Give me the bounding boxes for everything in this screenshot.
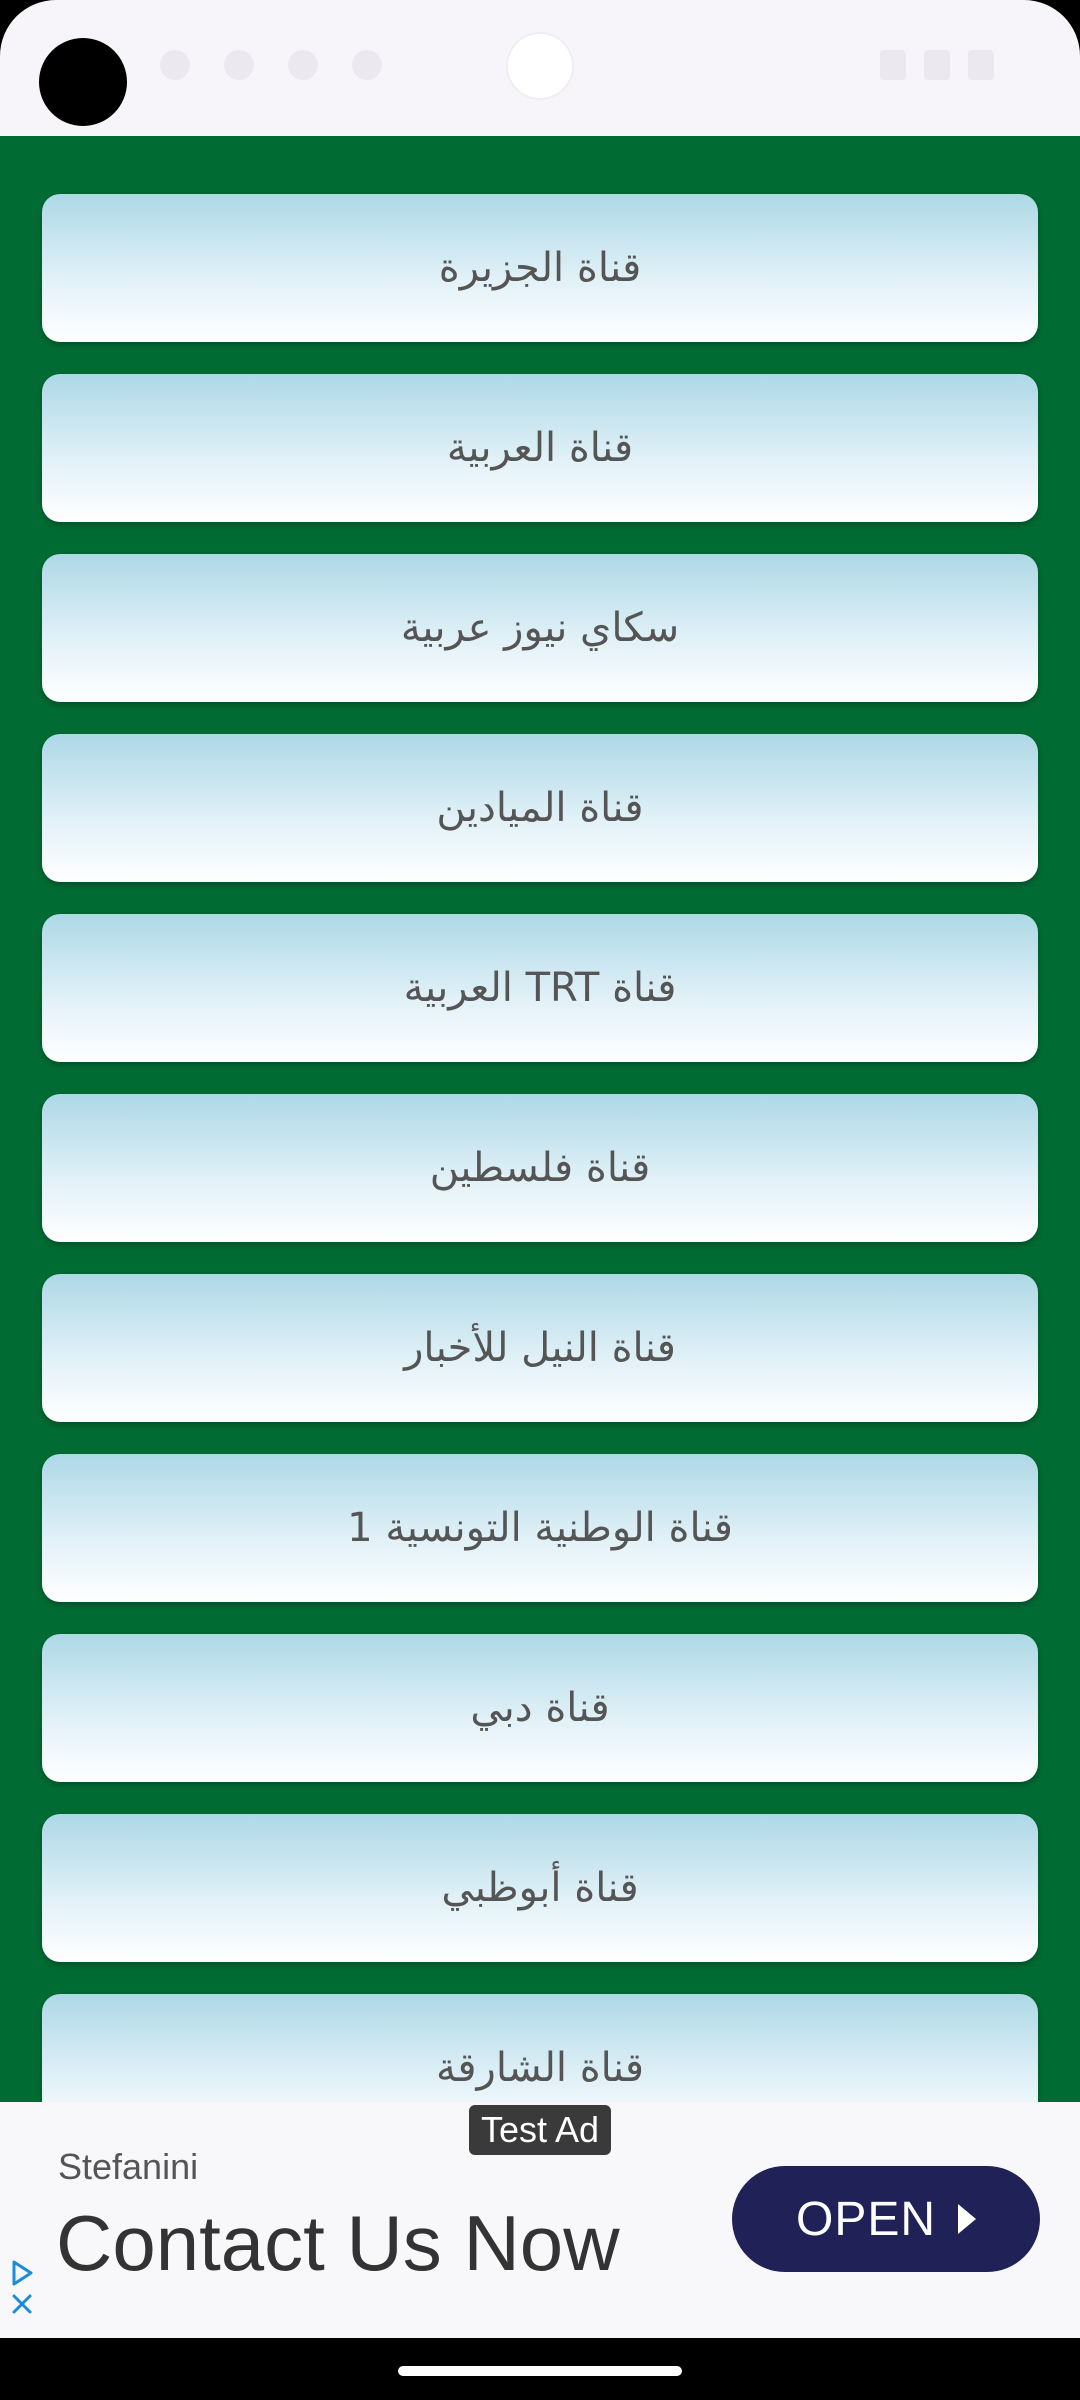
channel-button-dubai[interactable]: قناة دبي xyxy=(42,1634,1038,1782)
channel-button-abudhabi[interactable]: قناة أبوظبي xyxy=(42,1814,1038,1962)
channel-label: قناة الشارقة xyxy=(435,2045,645,2091)
channel-button-trt-arabic[interactable]: قناة TRT العربية xyxy=(42,914,1038,1062)
notification-icon xyxy=(352,50,382,80)
home-indicator[interactable] xyxy=(398,2366,682,2376)
channel-button-aljazeera[interactable]: قناة الجزيرة xyxy=(42,194,1038,342)
channel-button-sharjah[interactable]: قناة الشارقة xyxy=(42,1994,1038,2102)
notification-icons xyxy=(160,50,382,80)
channel-button-almayadeen[interactable]: قناة الميادين xyxy=(42,734,1038,882)
channel-button-alarabiya[interactable]: قناة العربية xyxy=(42,374,1038,522)
status-bar xyxy=(0,0,1080,136)
ad-choices[interactable] xyxy=(6,2258,38,2316)
channel-list: قناة الجزيرة قناة العربية سكاي نيوز عربي… xyxy=(42,194,1038,2102)
channel-label: قناة النيل للأخبار xyxy=(404,1325,676,1371)
channel-label: قناة الوطنية التونسية 1 xyxy=(347,1505,733,1551)
phone-screen: قناة الجزيرة قناة العربية سكاي نيوز عربي… xyxy=(0,0,1080,2400)
channel-button-palestine[interactable]: قناة فلسطين xyxy=(42,1094,1038,1242)
channel-label: سكاي نيوز عربية xyxy=(400,605,680,651)
channel-button-skynews-arabia[interactable]: سكاي نيوز عربية xyxy=(42,554,1038,702)
navigation-bar xyxy=(0,2338,1080,2400)
channel-button-tunisia-1[interactable]: قناة الوطنية التونسية 1 xyxy=(42,1454,1038,1602)
ad-choices-icon[interactable] xyxy=(9,2258,35,2288)
channel-label: قناة العربية xyxy=(446,425,634,471)
signal-icon xyxy=(924,50,950,80)
play-arrow-icon xyxy=(958,2204,977,2234)
channel-label: قناة أبوظبي xyxy=(441,1865,639,1911)
camera-cutout xyxy=(39,38,127,126)
ad-banner[interactable]: Test Ad Stefanini Contact Us Now OPEN xyxy=(0,2102,1080,2338)
channel-button-nile-news[interactable]: قناة النيل للأخبار xyxy=(42,1274,1038,1422)
wifi-icon xyxy=(880,50,906,80)
system-icons xyxy=(880,50,994,80)
test-ad-badge: Test Ad xyxy=(469,2105,611,2155)
ad-open-button[interactable]: OPEN xyxy=(732,2166,1040,2272)
ad-headline[interactable]: Contact Us Now xyxy=(56,2198,620,2289)
channel-label: قناة TRT العربية xyxy=(403,965,677,1011)
front-camera xyxy=(508,34,572,98)
channel-label: قناة دبي xyxy=(470,1685,610,1731)
channel-label: قناة الميادين xyxy=(436,785,644,831)
channel-list-screen: قناة الجزيرة قناة العربية سكاي نيوز عربي… xyxy=(0,136,1080,2102)
channel-label: قناة فلسطين xyxy=(429,1145,651,1191)
notification-icon xyxy=(224,50,254,80)
ad-advertiser: Stefanini xyxy=(58,2146,199,2187)
channel-label: قناة الجزيرة xyxy=(438,245,642,291)
close-icon[interactable] xyxy=(10,2292,34,2316)
notification-icon xyxy=(288,50,318,80)
notification-icon xyxy=(160,50,190,80)
ad-open-label: OPEN xyxy=(795,2192,937,2246)
battery-icon xyxy=(968,50,994,80)
